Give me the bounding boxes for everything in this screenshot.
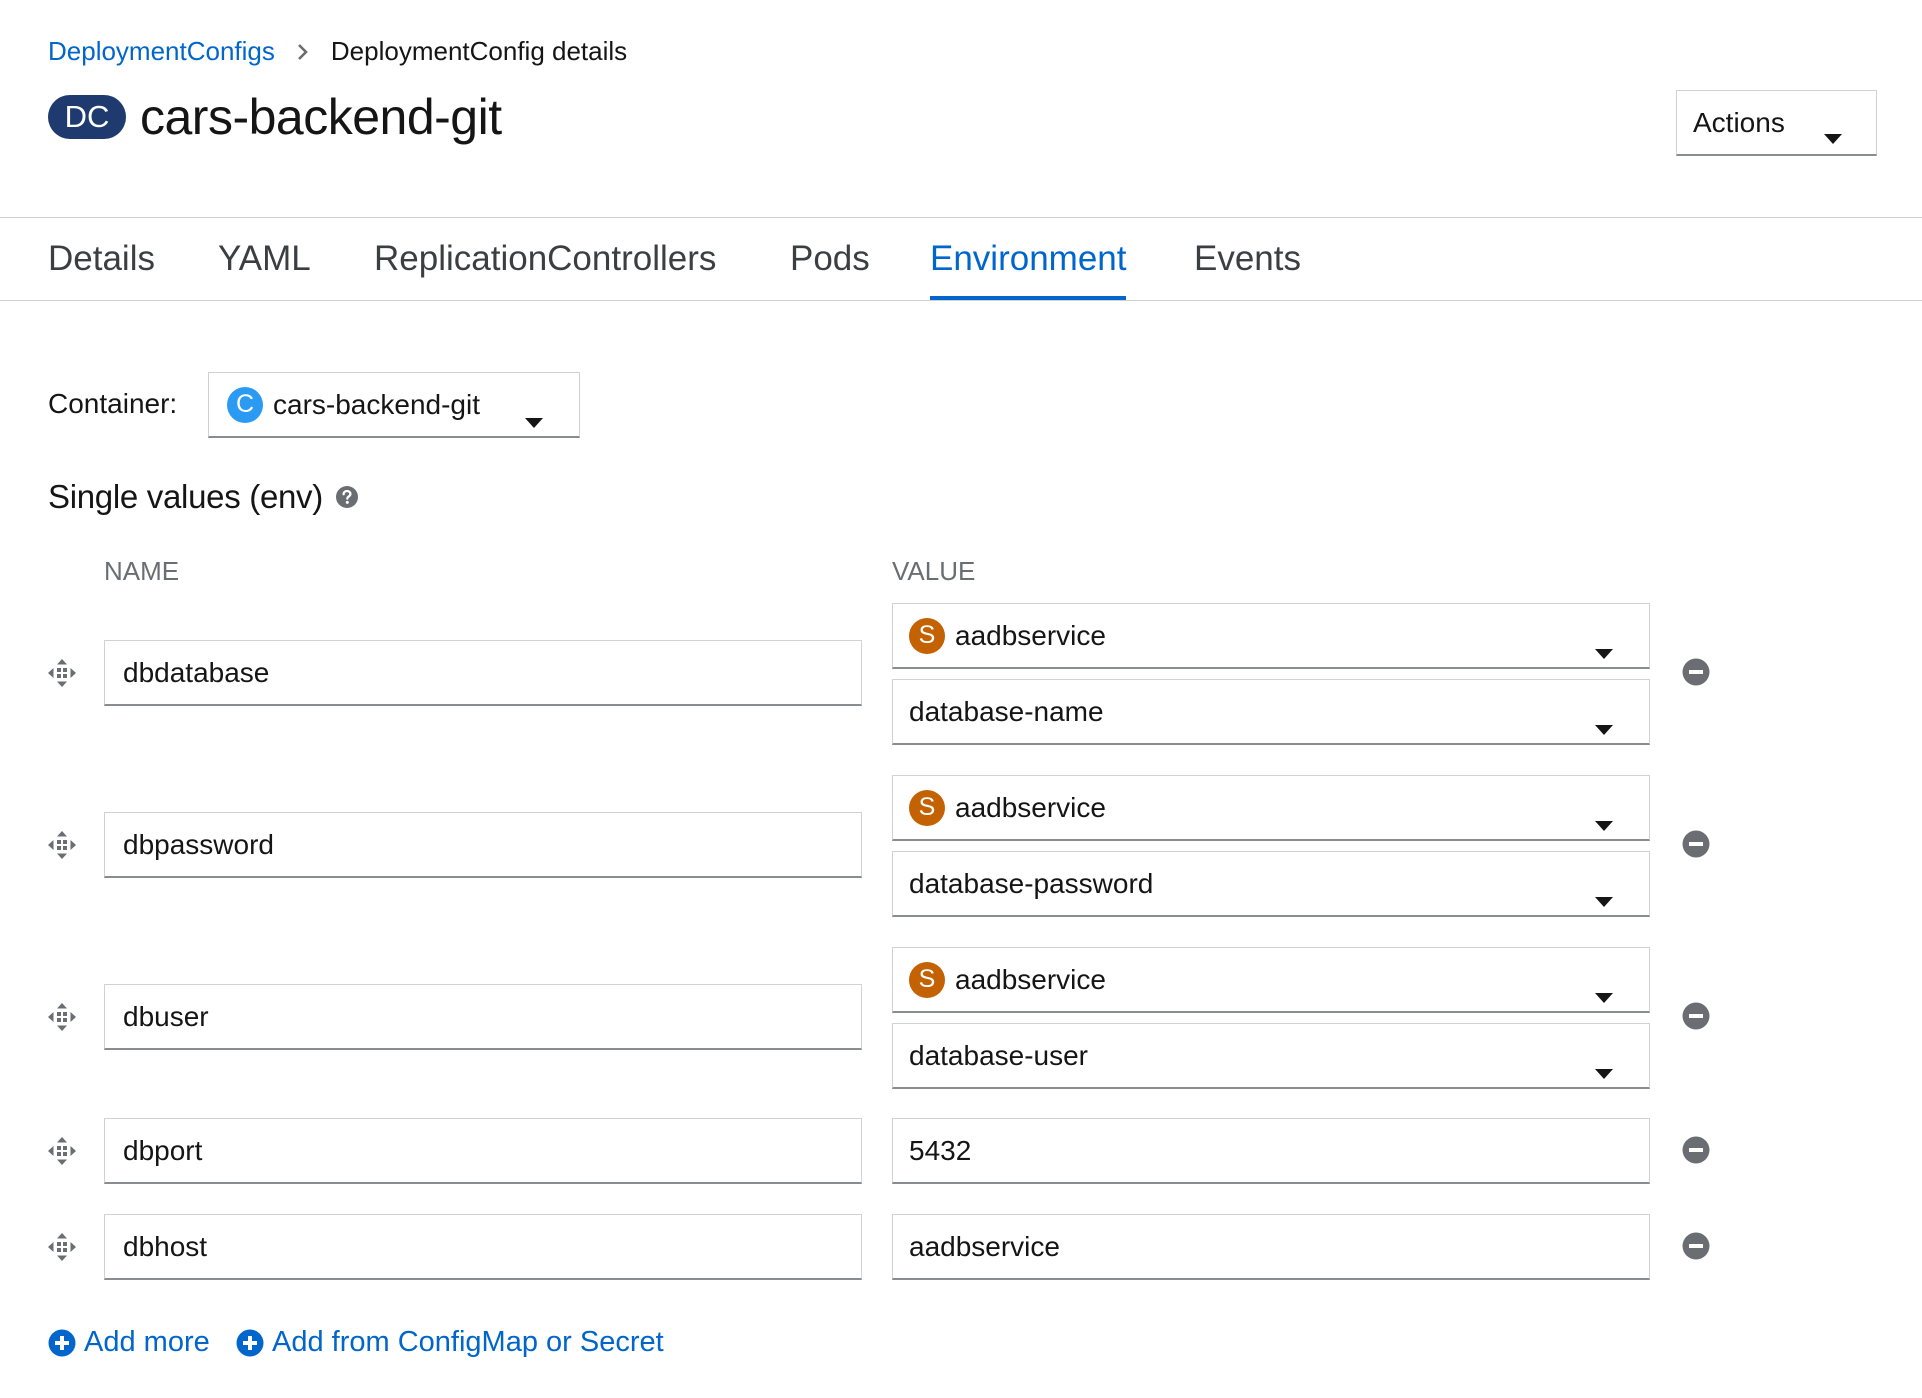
env-source-select[interactable]: S aadbservice	[892, 603, 1650, 669]
add-from-configmap-label: Add from ConfigMap or Secret	[272, 1326, 664, 1358]
container-badge: C	[227, 386, 263, 423]
remove-icon[interactable]	[1682, 1232, 1710, 1260]
env-name-input[interactable]: dbuser	[104, 984, 862, 1050]
tab-bar: Details YAML ReplicationControllers Pods…	[0, 217, 1922, 301]
env-key-select[interactable]: database-password	[892, 851, 1650, 917]
page-title: cars-backend-git	[140, 89, 502, 145]
env-source-select[interactable]: S aadbservice	[892, 947, 1650, 1013]
tab-environment[interactable]: Environment	[930, 218, 1127, 300]
env-key-select[interactable]: database-name	[892, 679, 1650, 745]
drag-handle-icon[interactable]	[47, 658, 77, 688]
breadcrumb-current: DeploymentConfig details	[330, 36, 628, 66]
remove-icon[interactable]	[1682, 1002, 1710, 1030]
env-key-select[interactable]: database-user	[892, 1023, 1650, 1089]
container-select[interactable]: C cars-backend-git	[208, 372, 580, 438]
plus-circle-icon	[48, 1329, 76, 1357]
env-source-select[interactable]: S aadbservice	[892, 775, 1650, 841]
env-value-input[interactable]: 5432	[892, 1118, 1650, 1184]
actions-dropdown[interactable]: Actions	[1676, 90, 1877, 156]
env-key-value: database-user	[909, 1039, 1089, 1071]
add-more-label: Add more	[84, 1326, 210, 1358]
chevron-right-icon	[297, 43, 309, 61]
caret-down-icon	[1595, 806, 1613, 838]
drag-handle-icon[interactable]	[47, 1136, 77, 1166]
caret-down-icon	[1824, 119, 1842, 151]
actions-label: Actions	[1693, 106, 1785, 138]
env-key-value: database-password	[909, 867, 1154, 899]
name-column-header: NAME	[104, 556, 180, 586]
env-source-value: aadbservice	[955, 791, 1106, 823]
env-value-input[interactable]: aadbservice	[892, 1214, 1650, 1280]
env-name-input[interactable]: dbdatabase	[104, 640, 862, 706]
env-key-value: database-name	[909, 695, 1104, 727]
tab-details[interactable]: Details	[48, 218, 155, 300]
container-label: Container:	[48, 388, 178, 419]
container-value: cars-backend-git	[273, 388, 480, 420]
caret-down-icon	[525, 403, 543, 435]
drag-handle-icon[interactable]	[47, 1232, 77, 1262]
drag-handle-icon[interactable]	[47, 830, 77, 860]
add-from-configmap-link[interactable]: Add from ConfigMap or Secret	[236, 1326, 664, 1359]
tab-replicationcontrollers[interactable]: ReplicationControllers	[374, 218, 716, 300]
caret-down-icon	[1595, 634, 1613, 666]
caret-down-icon	[1595, 882, 1613, 914]
env-name-input[interactable]: dbhost	[104, 1214, 862, 1280]
secret-badge: S	[909, 617, 945, 654]
caret-down-icon	[1595, 978, 1613, 1010]
add-more-link[interactable]: Add more	[48, 1326, 210, 1359]
tab-yaml[interactable]: YAML	[218, 218, 311, 300]
section-title: Single values (env)	[48, 478, 359, 516]
env-source-value: aadbservice	[955, 963, 1106, 995]
breadcrumb: DeploymentConfigs DeploymentConfig detai…	[48, 36, 627, 67]
page-header: DC cars-backend-git	[48, 88, 502, 146]
value-column-header: VALUE	[892, 556, 976, 586]
help-icon[interactable]	[335, 485, 359, 509]
resource-badge: DC	[48, 95, 126, 139]
env-name-input[interactable]: dbpassword	[104, 812, 862, 878]
env-source-value: aadbservice	[955, 619, 1106, 651]
caret-down-icon	[1595, 710, 1613, 742]
secret-badge: S	[909, 961, 945, 998]
remove-icon[interactable]	[1682, 830, 1710, 858]
remove-icon[interactable]	[1682, 658, 1710, 686]
section-title-text: Single values (env)	[48, 478, 323, 515]
remove-icon[interactable]	[1682, 1136, 1710, 1164]
caret-down-icon	[1595, 1054, 1613, 1086]
plus-circle-icon	[236, 1329, 264, 1357]
drag-handle-icon[interactable]	[47, 1002, 77, 1032]
env-name-input[interactable]: dbport	[104, 1118, 862, 1184]
breadcrumb-deploymentconfigs-link[interactable]: DeploymentConfigs	[48, 36, 275, 67]
tab-pods[interactable]: Pods	[790, 218, 870, 300]
secret-badge: S	[909, 789, 945, 826]
tab-events[interactable]: Events	[1194, 218, 1301, 300]
